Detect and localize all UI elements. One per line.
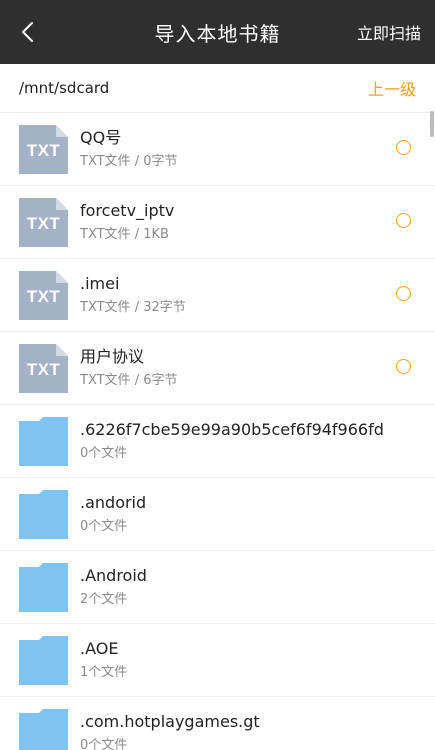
- file-meta: TXT文件 / 0字节: [80, 154, 178, 169]
- scan-now-button[interactable]: 立即扫描: [357, 20, 421, 44]
- file-row[interactable]: TXT forcetv_iptv TXT文件 / 1KB: [0, 186, 435, 259]
- folder-name: .AOE: [80, 639, 119, 658]
- current-path: /mnt/sdcard: [19, 79, 110, 97]
- txt-file-icon: TXT: [19, 124, 68, 174]
- folder-icon: [19, 708, 68, 750]
- folder-meta: 1个文件: [80, 665, 128, 680]
- file-meta: TXT文件 / 6字节: [80, 373, 178, 388]
- folder-icon: [19, 635, 68, 685]
- txt-icon-label: TXT: [26, 286, 61, 306]
- select-radio[interactable]: [396, 286, 411, 301]
- path-bar: /mnt/sdcard 上一级: [0, 64, 435, 113]
- scrollbar[interactable]: [430, 111, 434, 137]
- folder-meta: 2个文件: [80, 592, 128, 607]
- file-list: TXT QQ号 TXT文件 / 0字节 TXT forcetv_iptv TXT…: [0, 113, 435, 750]
- folder-row[interactable]: .Android 2个文件: [0, 551, 435, 624]
- file-name: .imei: [80, 274, 120, 293]
- file-name: QQ号: [80, 128, 122, 147]
- title-bar: 导入本地书籍 立即扫描: [0, 0, 435, 64]
- file-meta: TXT文件 / 32字节: [80, 300, 186, 315]
- txt-file-icon: TXT: [19, 270, 68, 320]
- folder-meta: 0个文件: [80, 519, 128, 534]
- txt-icon-label: TXT: [26, 213, 61, 233]
- parent-folder-button[interactable]: 上一级: [368, 76, 416, 100]
- folder-icon: [19, 489, 68, 539]
- folder-name: .com.hotplaygames.gt: [80, 712, 260, 731]
- file-row[interactable]: TXT 用户协议 TXT文件 / 6字节: [0, 332, 435, 405]
- folder-icon: [19, 416, 68, 466]
- txt-icon-label: TXT: [26, 140, 61, 160]
- folder-name: .Android: [80, 566, 147, 585]
- file-row[interactable]: TXT QQ号 TXT文件 / 0字节: [0, 113, 435, 186]
- select-radio[interactable]: [396, 359, 411, 374]
- select-radio[interactable]: [396, 213, 411, 228]
- file-row[interactable]: TXT .imei TXT文件 / 32字节: [0, 259, 435, 332]
- folder-name: .6226f7cbe59e99a90b5cef6f94f966fd: [80, 420, 384, 439]
- txt-icon-label: TXT: [26, 359, 61, 379]
- folder-row[interactable]: .AOE 1个文件: [0, 624, 435, 697]
- chevron-left-icon: [22, 22, 33, 42]
- folder-icon: [19, 562, 68, 612]
- txt-file-icon: TXT: [19, 343, 68, 393]
- folder-meta: 0个文件: [80, 738, 128, 750]
- import-local-books-screen: 导入本地书籍 立即扫描 /mnt/sdcard 上一级 TXT QQ号 TXT文…: [0, 0, 435, 750]
- page-title: 导入本地书籍: [154, 21, 281, 46]
- file-meta: TXT文件 / 1KB: [80, 227, 169, 242]
- txt-file-icon: TXT: [19, 197, 68, 247]
- back-button[interactable]: [8, 12, 48, 52]
- folder-row[interactable]: .6226f7cbe59e99a90b5cef6f94f966fd 0个文件: [0, 405, 435, 478]
- file-name: 用户协议: [80, 347, 145, 366]
- folder-row[interactable]: .com.hotplaygames.gt 0个文件: [0, 697, 435, 750]
- file-name: forcetv_iptv: [80, 201, 175, 220]
- select-radio[interactable]: [396, 140, 411, 155]
- folder-name: .andorid: [80, 493, 147, 512]
- folder-meta: 0个文件: [80, 446, 128, 461]
- folder-row[interactable]: .andorid 0个文件: [0, 478, 435, 551]
